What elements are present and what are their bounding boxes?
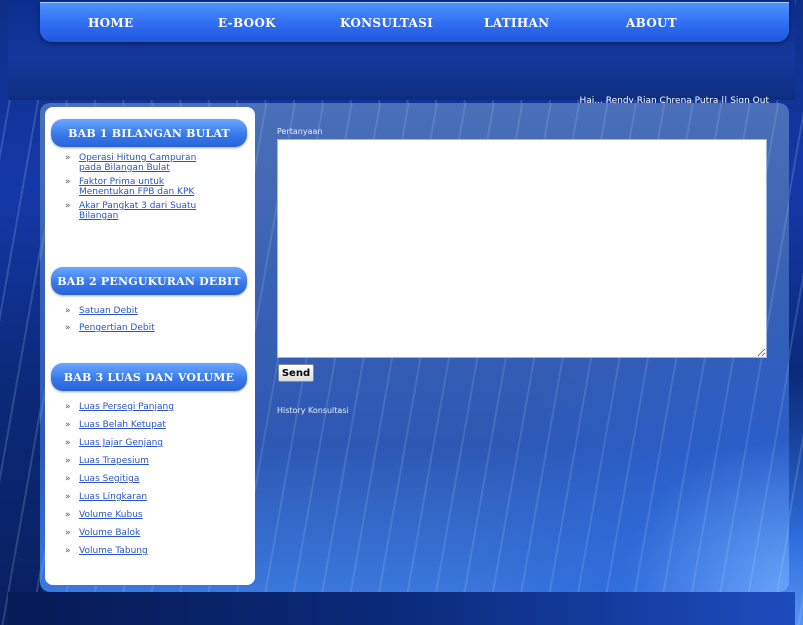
list-item: » Luas Persegi Panjang	[65, 402, 174, 412]
arrow-icon: »	[65, 201, 71, 211]
arrow-icon: »	[65, 402, 71, 412]
list-item: » Volume Kubus	[65, 510, 174, 520]
arrow-icon: »	[65, 438, 71, 448]
list-item: » Luas Segitiga	[65, 474, 174, 484]
send-button[interactable]: Send	[278, 364, 314, 382]
nav-konsultasi[interactable]: KONSULTASI	[340, 16, 433, 36]
link-luas-lingkaran[interactable]: Luas Lingkaran	[79, 492, 147, 502]
link-luas-persegi-panjang[interactable]: Luas Persegi Panjang	[79, 402, 174, 412]
link-volume-kubus[interactable]: Volume Kubus	[79, 510, 143, 520]
arrow-icon: »	[65, 420, 71, 430]
list-item: » Faktor Prima untuk Menentukan FPB dan …	[65, 177, 196, 197]
arrow-icon: »	[65, 510, 71, 520]
link-line: Operasi Hitung Campuran	[79, 153, 197, 163]
section-header-bab2[interactable]: BAB 2 PENGUKURAN DEBIT	[51, 267, 247, 295]
nav-about[interactable]: ABOUT	[626, 16, 677, 36]
link-pengertian-debit[interactable]: Pengertian Debit	[79, 323, 155, 333]
section-header-bab3[interactable]: BAB 3 LUAS DAN VOLUME	[51, 363, 247, 391]
arrow-icon: »	[65, 456, 71, 466]
arrow-icon: »	[65, 177, 71, 187]
bab2-link-list: » Satuan Debit » Pengertian Debit	[65, 306, 155, 333]
list-item: » Pengertian Debit	[65, 323, 155, 333]
arrow-icon: »	[65, 153, 71, 163]
arrow-icon: »	[65, 474, 71, 484]
arrow-icon: »	[65, 306, 71, 316]
nav-ebook[interactable]: E-BOOK	[218, 16, 276, 36]
list-item: » Akar Pangkat 3 dari Suatu Bilangan	[65, 201, 196, 221]
link-line: Faktor Prima untuk	[79, 177, 165, 187]
list-item: » Luas Trapesium	[65, 456, 174, 466]
section-header-bab1[interactable]: BAB 1 BILANGAN BULAT	[51, 119, 247, 147]
link-luas-segitiga[interactable]: Luas Segitiga	[79, 474, 139, 484]
list-item: » Luas Belah Ketupat	[65, 420, 174, 430]
link-line: Bilangan	[79, 211, 119, 221]
link-akar-pangkat[interactable]: Akar Pangkat 3 dari Suatu Bilangan	[79, 201, 196, 221]
bab3-link-list: » Luas Persegi Panjang » Luas Belah Ketupa…	[65, 402, 174, 556]
link-line: Akar Pangkat 3 dari Suatu	[79, 201, 197, 211]
sidebar: BAB 1 BILANGAN BULAT » Operasi Hitung Ca…	[45, 107, 255, 585]
link-operasi-hitung[interactable]: Operasi Hitung Campuran pada Bilangan Bu…	[79, 153, 196, 173]
link-line: Menentukan FPB dan KPK	[79, 187, 195, 197]
arrow-icon: »	[65, 323, 71, 333]
question-label: Pertanyaan	[277, 127, 323, 136]
list-item: » Operasi Hitung Campuran pada Bilangan …	[65, 153, 196, 173]
arrow-icon: »	[65, 528, 71, 538]
nav-latihan[interactable]: LATIHAN	[484, 16, 549, 36]
link-luas-belah-ketupat[interactable]: Luas Belah Ketupat	[79, 420, 166, 430]
link-volume-tabung[interactable]: Volume Tabung	[79, 546, 148, 556]
top-navbar: HOME E-BOOK KONSULTASI LATIHAN ABOUT	[40, 2, 789, 42]
question-textarea[interactable]	[277, 139, 767, 358]
link-luas-trapesium[interactable]: Luas Trapesium	[79, 456, 149, 466]
footer-background	[8, 592, 795, 625]
link-luas-jajar-genjang[interactable]: Luas Jajar Genjang	[79, 438, 163, 448]
nav-home[interactable]: HOME	[88, 16, 133, 36]
link-satuan-debit[interactable]: Satuan Debit	[79, 306, 138, 316]
list-item: » Volume Tabung	[65, 546, 174, 556]
arrow-icon: »	[65, 546, 71, 556]
link-volume-balok[interactable]: Volume Balok	[79, 528, 140, 538]
history-label: History Konsultasi	[277, 406, 349, 415]
link-line: pada Bilangan Bulat	[79, 163, 170, 173]
list-item: » Luas Jajar Genjang	[65, 438, 174, 448]
link-faktor-prima[interactable]: Faktor Prima untuk Menentukan FPB dan KP…	[79, 177, 194, 197]
bab1-link-list: » Operasi Hitung Campuran pada Bilangan …	[65, 153, 196, 221]
list-item: » Satuan Debit	[65, 306, 155, 316]
list-item: » Luas Lingkaran	[65, 492, 174, 502]
arrow-icon: »	[65, 492, 71, 502]
list-item: » Volume Balok	[65, 528, 174, 538]
